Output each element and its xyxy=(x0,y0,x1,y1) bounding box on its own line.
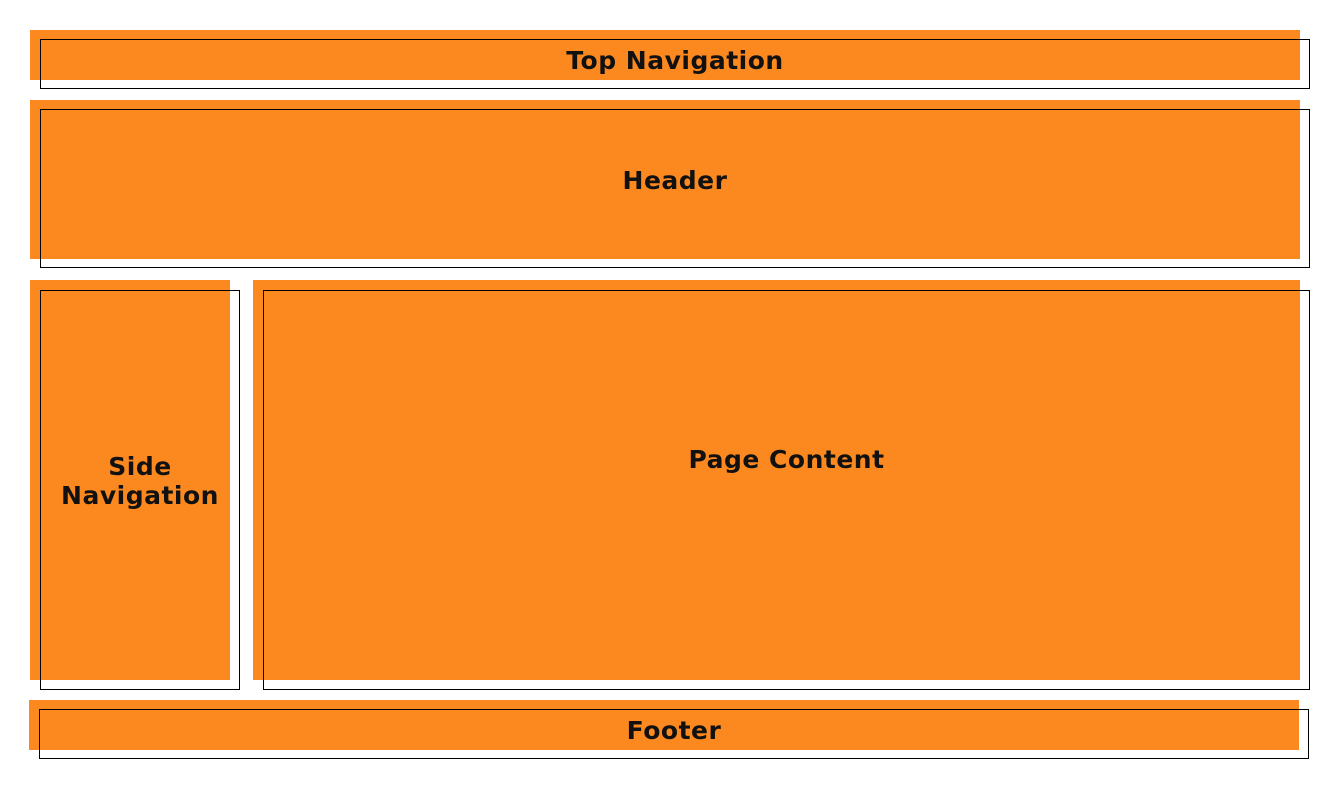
side-navigation-label: Side Navigation xyxy=(61,452,219,510)
top-navigation-label: Top Navigation xyxy=(566,45,784,75)
page-content-outline: Page Content xyxy=(263,290,1310,690)
page-content-label: Page Content xyxy=(688,444,885,474)
header-label: Header xyxy=(622,166,728,195)
top-navigation-outline: Top Navigation xyxy=(40,39,1310,89)
footer-label: Footer xyxy=(626,715,722,745)
footer-outline: Footer xyxy=(39,709,1309,759)
side-navigation-outline: Side Navigation xyxy=(40,290,240,690)
header-outline: Header xyxy=(40,109,1310,268)
